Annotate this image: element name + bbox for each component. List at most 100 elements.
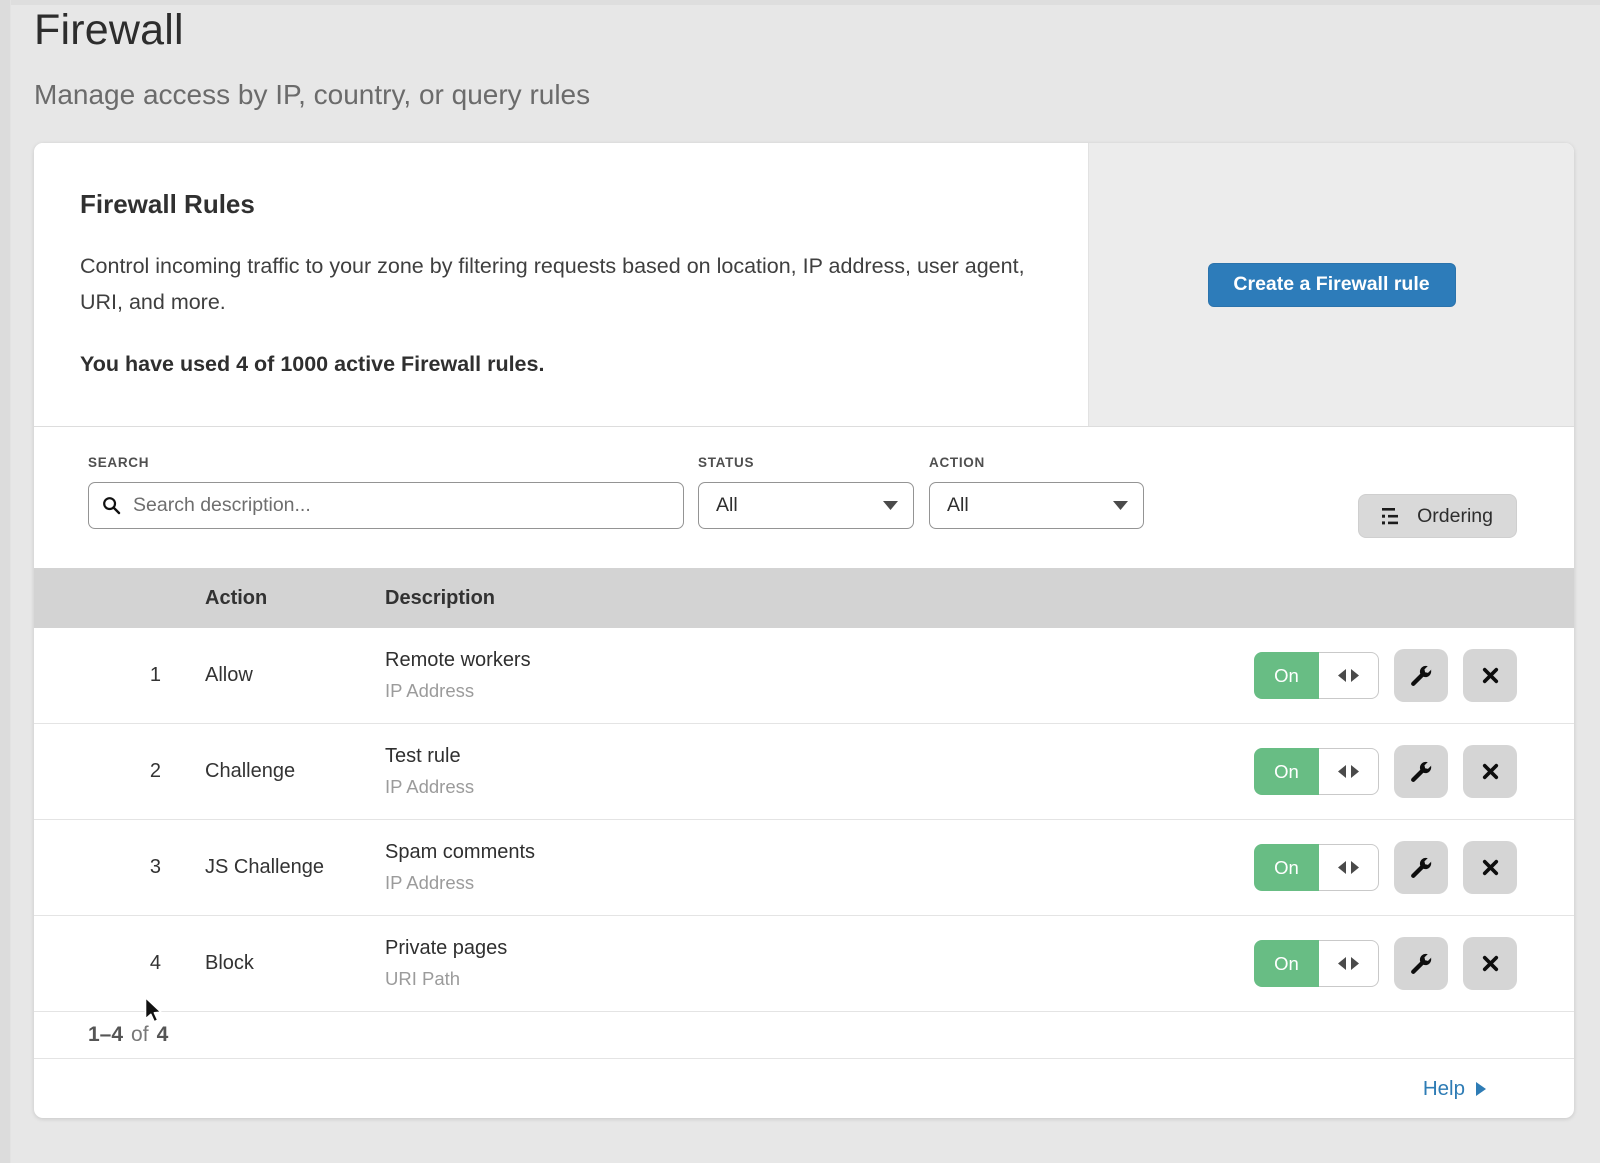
action-filter-group: ACTION All [929, 455, 1144, 529]
pagination-total: 4 [157, 1023, 169, 1047]
pagination-row: 1–4 of 4 [34, 1012, 1574, 1059]
rule-enabled-toggle[interactable]: On [1254, 844, 1379, 891]
rule-description: Remote workers [385, 649, 1214, 672]
table-row: 3 JS Challenge Spam comments IP Address … [34, 820, 1574, 916]
rule-description-cell: Spam comments IP Address [385, 841, 1214, 894]
rule-controls: On [1214, 649, 1574, 702]
help-link-label: Help [1423, 1077, 1465, 1101]
search-label: SEARCH [88, 455, 684, 470]
toggle-arrows-icon[interactable] [1319, 652, 1379, 699]
firewall-rules-card: Firewall Rules Control incoming traffic … [34, 143, 1574, 1118]
status-selected-value: All [716, 494, 738, 517]
help-arrow-icon [1476, 1082, 1486, 1096]
rule-priority: 4 [88, 952, 167, 975]
wrench-icon [1410, 665, 1433, 687]
table-header: Action Description [34, 568, 1574, 628]
help-link[interactable]: Help [1423, 1077, 1486, 1101]
rule-action: JS Challenge [167, 856, 385, 879]
rules-summary-text: Firewall Rules Control incoming traffic … [34, 143, 1088, 426]
toggle-state-label[interactable]: On [1254, 940, 1319, 987]
page-subtitle: Manage access by IP, country, or query r… [34, 79, 590, 111]
rule-controls: On [1214, 745, 1574, 798]
rule-enabled-toggle[interactable]: On [1254, 652, 1379, 699]
rule-match-field: IP Address [385, 680, 1214, 702]
search-box [88, 482, 684, 529]
page-header: Firewall Manage access by IP, country, o… [34, 6, 590, 111]
rule-description-cell: Test rule IP Address [385, 745, 1214, 798]
triangle-right-icon [1351, 861, 1359, 874]
toggle-state-label[interactable]: On [1254, 748, 1319, 795]
rule-description-cell: Remote workers IP Address [385, 649, 1214, 702]
table-row: 2 Challenge Test rule IP Address On [34, 724, 1574, 820]
delete-rule-button[interactable] [1463, 937, 1517, 990]
chevron-down-icon [1113, 501, 1128, 510]
table-row: 1 Allow Remote workers IP Address On [34, 628, 1574, 724]
ordering-list-icon [1382, 508, 1404, 525]
ordering-button[interactable]: Ordering [1358, 494, 1517, 538]
rule-description: Test rule [385, 745, 1214, 768]
toggle-state-label[interactable]: On [1254, 652, 1319, 699]
rule-enabled-toggle[interactable]: On [1254, 748, 1379, 795]
window-top-edge [0, 0, 1600, 5]
triangle-left-icon [1338, 669, 1346, 682]
action-select[interactable]: All [929, 482, 1144, 529]
create-rule-panel: Create a Firewall rule [1088, 143, 1574, 426]
delete-rule-button[interactable] [1463, 841, 1517, 894]
rule-match-field: URI Path [385, 968, 1214, 990]
toggle-state-label[interactable]: On [1254, 844, 1319, 891]
rules-card-description: Control incoming traffic to your zone by… [80, 248, 1025, 320]
rule-enabled-toggle[interactable]: On [1254, 940, 1379, 987]
pagination-range: 1–4 [88, 1023, 123, 1047]
rules-usage-count: You have used 4 of 1000 active Firewall … [80, 352, 1028, 377]
rule-match-field: IP Address [385, 776, 1214, 798]
table-row: 4 Block Private pages URI Path On [34, 916, 1574, 1012]
rule-priority: 1 [88, 664, 167, 687]
toggle-arrows-icon[interactable] [1319, 748, 1379, 795]
delete-rule-button[interactable] [1463, 745, 1517, 798]
chevron-down-icon [883, 501, 898, 510]
wrench-icon [1410, 761, 1433, 783]
toggle-arrows-icon[interactable] [1319, 940, 1379, 987]
status-select[interactable]: All [698, 482, 914, 529]
triangle-right-icon [1351, 957, 1359, 970]
filter-bar: SEARCH STATUS All ACTION All [34, 427, 1574, 568]
rule-controls: On [1214, 937, 1574, 990]
description-column-header: Description [385, 587, 1214, 610]
rules-table-body: 1 Allow Remote workers IP Address On [34, 628, 1574, 1012]
search-icon [102, 496, 121, 515]
edit-rule-button[interactable] [1394, 745, 1448, 798]
search-input[interactable] [131, 493, 670, 518]
pagination-of: of [131, 1023, 149, 1047]
action-column-header: Action [167, 587, 385, 610]
edit-rule-button[interactable] [1394, 649, 1448, 702]
rule-priority: 3 [88, 856, 167, 879]
rules-card-title: Firewall Rules [80, 189, 1028, 220]
search-filter-group: SEARCH [88, 455, 684, 529]
rules-summary-section: Firewall Rules Control incoming traffic … [34, 143, 1574, 427]
ordering-button-label: Ordering [1417, 505, 1493, 528]
window-left-edge [0, 0, 11, 1163]
rule-action: Challenge [167, 760, 385, 783]
page-title: Firewall [34, 6, 590, 55]
rule-action: Allow [167, 664, 385, 687]
triangle-left-icon [1338, 765, 1346, 778]
delete-rule-button[interactable] [1463, 649, 1517, 702]
rule-description: Private pages [385, 937, 1214, 960]
action-label: ACTION [929, 455, 1144, 470]
status-label: STATUS [698, 455, 914, 470]
rule-match-field: IP Address [385, 872, 1214, 894]
triangle-right-icon [1351, 765, 1359, 778]
rule-priority: 2 [88, 760, 167, 783]
close-icon [1481, 954, 1500, 973]
triangle-right-icon [1351, 669, 1359, 682]
wrench-icon [1410, 953, 1433, 975]
triangle-left-icon [1338, 861, 1346, 874]
toggle-arrows-icon[interactable] [1319, 844, 1379, 891]
help-row: Help [34, 1059, 1574, 1118]
edit-rule-button[interactable] [1394, 937, 1448, 990]
action-selected-value: All [947, 494, 969, 517]
rule-controls: On [1214, 841, 1574, 894]
close-icon [1481, 666, 1500, 685]
create-firewall-rule-button[interactable]: Create a Firewall rule [1208, 263, 1456, 307]
edit-rule-button[interactable] [1394, 841, 1448, 894]
